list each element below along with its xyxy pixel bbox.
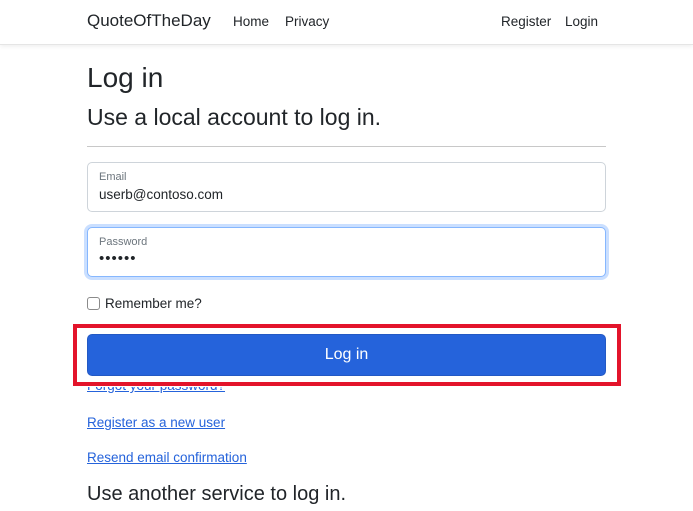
page-subtitle: Use a local account to log in.	[87, 104, 382, 130]
password-label: Password	[99, 236, 148, 248]
forgot-password-link[interactable]: Forgot your password?	[87, 387, 225, 393]
navbar: QuoteOfTheDay Home Privacy Register Logi…	[0, 0, 693, 45]
nav-home-link[interactable]: Home	[233, 14, 269, 29]
login-button[interactable]: Log in	[87, 334, 606, 376]
nav-login-link[interactable]: Login	[565, 14, 598, 29]
remember-me-checkbox[interactable]	[87, 296, 100, 310]
register-new-user-link[interactable]: Register as a new user	[87, 415, 225, 430]
brand-link[interactable]: QuoteOfTheDay	[87, 11, 211, 31]
email-field[interactable]: Email	[87, 162, 606, 212]
resend-confirmation-link[interactable]: Resend email confirmation	[87, 450, 247, 465]
remember-me[interactable]: Remember me?	[87, 295, 202, 311]
remember-me-label: Remember me?	[105, 295, 202, 311]
password-field[interactable]: Password ••••••	[87, 227, 606, 277]
page-title: Log in	[87, 62, 164, 93]
password-input[interactable]: ••••••	[99, 250, 594, 267]
nav-register-link[interactable]: Register	[501, 14, 551, 29]
other-service-heading: Use another service to log in.	[87, 483, 347, 505]
nav-privacy-link[interactable]: Privacy	[285, 14, 329, 29]
email-label: Email	[99, 171, 127, 183]
email-input[interactable]	[99, 187, 594, 202]
divider	[87, 146, 606, 147]
